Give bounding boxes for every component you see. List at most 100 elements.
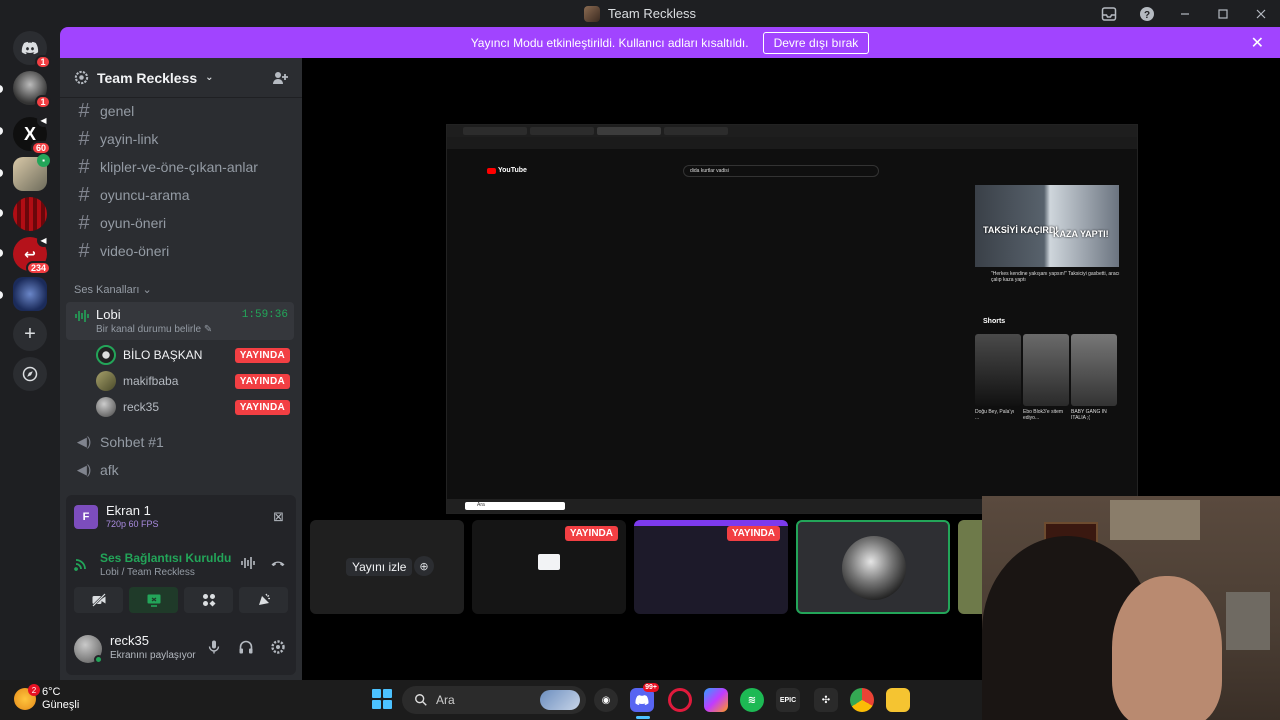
chrome-app-icon[interactable]	[850, 688, 874, 712]
unread-pip	[0, 127, 3, 135]
tile-watch-stream[interactable]: Yayını izle ⊕	[310, 520, 464, 614]
banner-message: Yayıncı Modu etkinleştirildi. Kullanıcı …	[470, 35, 749, 50]
channel-label: Sohbet #1	[100, 434, 164, 450]
window-controls: ?	[1090, 0, 1280, 27]
server-icon-4[interactable]	[13, 197, 47, 231]
unread-pip	[0, 291, 3, 299]
disable-streamer-mode-button[interactable]: Devre dışı bırak	[762, 31, 870, 54]
voice-channel-afk[interactable]: ◀) afk	[70, 457, 294, 483]
notification-badge: 1	[35, 55, 51, 69]
server-icon-1[interactable]: 1	[13, 71, 51, 109]
channel-oyun-oneri[interactable]: # oyun-öneri	[70, 210, 294, 236]
discord-app-icon[interactable]: 99+	[630, 683, 659, 712]
youtube-play-icon	[487, 167, 496, 174]
opera-app-icon[interactable]	[668, 688, 692, 712]
activities-icon[interactable]	[184, 587, 233, 613]
maximize-icon[interactable]	[1204, 0, 1242, 27]
add-server-icon[interactable]: +	[13, 317, 47, 351]
hash-icon: #	[78, 99, 90, 122]
voice-connection-row: Ses Bağlantısı Kuruldu Lobi / Team Reckl…	[74, 549, 288, 583]
taskbar-search[interactable]: Ara	[402, 686, 586, 714]
camera-off-icon[interactable]	[74, 587, 123, 613]
thumbnail-text: TAKSİYİ KAÇIRDI	[983, 225, 1058, 235]
guild-header[interactable]: Team Reckless ⌄	[60, 58, 302, 98]
stream-preview-row[interactable]: F Ekran 1 720p 60 FPS ⊠	[74, 503, 288, 533]
stop-stream-icon[interactable]: ⊠	[273, 509, 284, 525]
minimize-icon[interactable]	[1166, 0, 1204, 27]
channel-video-oneri[interactable]: # video-öneri	[70, 238, 294, 264]
tile-user-reck35[interactable]	[796, 520, 950, 614]
channel-klipler[interactable]: # klipler-ve-öne-çıkan-anlar	[70, 154, 294, 180]
banner-close-icon[interactable]: ✕	[1251, 33, 1264, 53]
stream-title: Ekran 1	[106, 503, 151, 518]
weather-badge: 2	[28, 684, 40, 696]
epic-games-icon[interactable]: EPIC	[776, 688, 800, 712]
monitor-icon	[538, 554, 560, 570]
connection-status[interactable]: Ses Bağlantısı Kuruldu	[100, 551, 231, 565]
server-avatar	[13, 197, 47, 231]
voice-channel-sohbet[interactable]: ◀) Sohbet #1	[70, 429, 294, 455]
spotify-app-icon[interactable]: ≋	[740, 688, 764, 712]
guild-settings-icon	[74, 70, 89, 85]
discord-home-icon[interactable]: 1	[13, 31, 51, 69]
popout-icon[interactable]: ⊕	[414, 556, 434, 576]
hash-icon: #	[78, 127, 90, 150]
username[interactable]: reck35	[110, 633, 149, 648]
soundboard-icon[interactable]	[239, 587, 288, 613]
connection-channel: Lobi / Team Reckless	[100, 567, 195, 578]
chevron-down-icon: ⌄	[142, 284, 152, 296]
weather-widget[interactable]: 2 6°C Güneşli	[14, 684, 79, 712]
voice-user[interactable]: BİLO BAŞKAN YAYINDA	[96, 344, 290, 366]
channel-oyuncu-arama[interactable]: # oyuncu-arama	[70, 182, 294, 208]
server-icon-6[interactable]	[13, 277, 47, 311]
avatar	[96, 397, 116, 417]
voice-user[interactable]: reck35 YAYINDA	[96, 396, 290, 418]
server-icon-3[interactable]: ▪	[13, 154, 50, 191]
hash-icon: #	[78, 155, 90, 178]
server-icon-5[interactable]: ↩ ◀ 234	[13, 234, 51, 275]
start-tile	[372, 700, 381, 709]
hash-icon: #	[78, 183, 90, 206]
avatar	[96, 345, 116, 365]
speaker-icon: ◀)	[76, 434, 92, 449]
window-title-text: Team Reckless	[607, 6, 697, 21]
notification-badge: 1	[35, 95, 51, 109]
voice-active-icon	[74, 308, 90, 324]
speaker-icon: ◀	[37, 114, 50, 127]
tile-stream-2[interactable]: YAYINDA	[634, 520, 788, 614]
watch-stream-button[interactable]: Yayını izle	[346, 558, 413, 576]
headphones-icon[interactable]	[238, 639, 254, 655]
voice-user[interactable]: makifbaba YAYINDA	[96, 370, 290, 392]
channel-label: oyun-öneri	[100, 215, 167, 231]
inbox-icon[interactable]	[1090, 0, 1128, 27]
channel-status[interactable]: Bir kanal durumu belirle ✎	[96, 324, 212, 335]
add-member-icon[interactable]	[272, 70, 288, 86]
microphone-icon[interactable]	[206, 639, 222, 655]
server-icon-x[interactable]: X ◀ 60	[13, 114, 51, 155]
browser-tab	[463, 127, 527, 135]
discover-compass-icon[interactable]	[13, 357, 47, 391]
channel-yayin-link[interactable]: # yayin-link	[70, 126, 294, 152]
voice-user-name: BİLO BAŞKAN	[123, 348, 203, 362]
disconnect-icon[interactable]	[270, 555, 286, 571]
channel-genel[interactable]: # genel	[70, 98, 294, 124]
copilot-app-icon[interactable]	[704, 688, 728, 712]
settings-gear-icon[interactable]	[270, 639, 286, 655]
help-icon[interactable]: ?	[1128, 0, 1166, 27]
guild-name: Team Reckless	[97, 69, 198, 86]
voice-channel-lobi[interactable]: Lobi Bir kanal durumu belirle ✎ 1:59:36	[66, 302, 294, 340]
screen-share-active-icon[interactable]	[129, 587, 178, 613]
user-status: Ekranını paylaşıyor	[110, 650, 196, 661]
obs-app-icon[interactable]: ◉	[594, 688, 618, 712]
sun-icon: 2	[14, 684, 40, 710]
app-icon[interactable]: ✣	[814, 688, 838, 712]
windows-start-icon[interactable]	[372, 689, 392, 709]
shared-taskbar-search: Ara	[465, 502, 565, 510]
close-icon[interactable]	[1242, 0, 1280, 27]
tile-stream-1[interactable]: YAYINDA	[472, 520, 626, 614]
noise-suppression-icon[interactable]	[240, 555, 256, 571]
voice-category[interactable]: Ses Kanalları ⌄	[74, 283, 152, 296]
browser-address-bar	[447, 137, 1137, 149]
file-explorer-icon[interactable]	[886, 688, 910, 712]
pencil-icon: ✎	[203, 324, 213, 335]
